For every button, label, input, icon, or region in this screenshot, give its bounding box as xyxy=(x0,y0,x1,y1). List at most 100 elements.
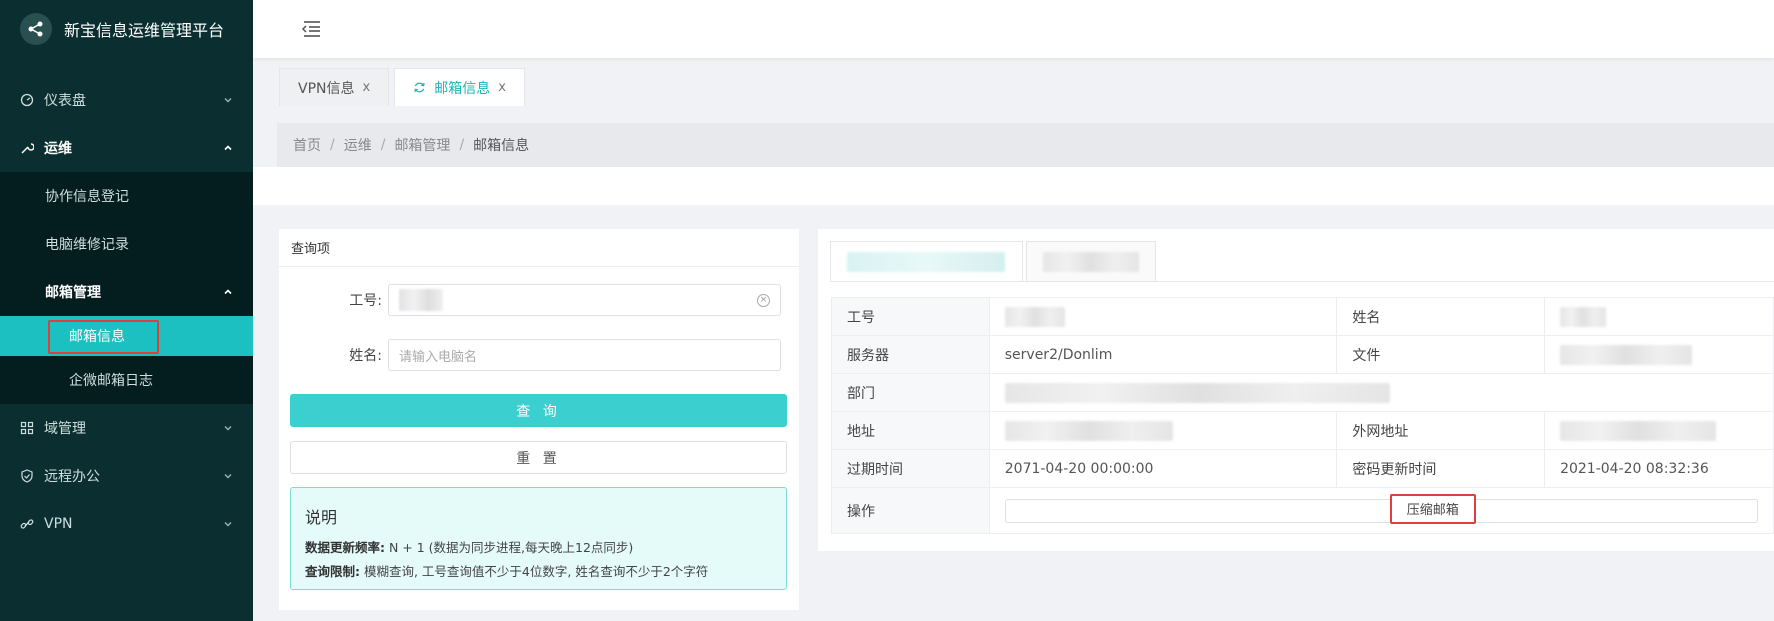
chevron-down-icon xyxy=(224,474,232,479)
refresh-icon[interactable] xyxy=(413,81,426,94)
mailbox-detail-table: 工号 姓名 服务器 server2/Donlim 文件 部门 地址 外网地址 过… xyxy=(831,297,1774,534)
redacted-value xyxy=(1004,382,1390,403)
breadcrumb-separator: / xyxy=(459,137,465,153)
reset-button[interactable]: 重 置 xyxy=(290,441,787,474)
sidebar-item-label: 协作信息登记 xyxy=(45,189,129,205)
wrench-icon xyxy=(20,141,34,155)
dashboard-icon xyxy=(20,93,34,107)
redacted-value xyxy=(399,289,443,311)
employee-id-label: 工号: xyxy=(349,293,382,309)
note-limit: 查询限制: 模糊查询, 工号查询值不少于4位数字, 姓名查询不少于2个字符 xyxy=(305,561,772,580)
detail-tab-2[interactable] xyxy=(1026,241,1156,282)
redacted-value xyxy=(1560,306,1607,327)
table-row: 地址 外网地址 xyxy=(831,411,1774,450)
value-external-address xyxy=(1544,411,1774,450)
breadcrumb: 首页 / 运维 / 邮箱管理 / 邮箱信息 xyxy=(277,123,1774,167)
operation-bar: 压缩邮箱 xyxy=(1004,493,1758,524)
app-title: 新宝信息运维管理平台 xyxy=(64,21,225,40)
table-row: 操作 压缩邮箱 xyxy=(831,487,1774,534)
grid-icon xyxy=(20,421,34,435)
shield-icon xyxy=(20,469,34,483)
tab-divider xyxy=(830,281,1774,282)
sidebar-item-label: 远程办公 xyxy=(44,469,100,485)
query-button[interactable]: 查 询 xyxy=(290,394,787,427)
value-server: server2/Donlim xyxy=(988,335,1338,374)
page-tabs: VPN信息 x 邮箱信息 x xyxy=(279,68,530,106)
value-employee-id xyxy=(988,297,1338,336)
clear-icon[interactable]: × xyxy=(757,294,770,307)
breadcrumb-mail-mgmt[interactable]: 邮箱管理 xyxy=(394,135,450,155)
sidebar-item-label: 仪表盘 xyxy=(44,93,86,109)
sidebar-item-label: VPN xyxy=(44,516,73,532)
sidebar-item-label: 电脑维修记录 xyxy=(45,237,129,253)
chevron-up-icon xyxy=(224,145,232,151)
sidebar-item-mail-mgmt[interactable]: 邮箱管理 xyxy=(0,268,253,316)
compress-mailbox-button[interactable]: 压缩邮箱 xyxy=(1389,493,1476,524)
sidebar-item-pc-repair[interactable]: 电脑维修记录 xyxy=(0,220,253,268)
sidebar-item-label: 域管理 xyxy=(44,421,86,437)
label-name: 姓名 xyxy=(1336,297,1546,336)
label-server: 服务器 xyxy=(831,335,990,374)
sidebar: 新宝信息运维管理平台 仪表盘 运维 协作信息登记 电脑维修记录 邮箱管理 邮箱信… xyxy=(0,0,253,621)
value-password-update-time: 2021-04-20 08:32:36 xyxy=(1544,449,1774,488)
label-address: 地址 xyxy=(831,411,990,450)
chevron-up-icon xyxy=(224,289,232,295)
detail-tab-1[interactable] xyxy=(830,241,1023,282)
table-row: 工号 姓名 xyxy=(831,297,1774,336)
label-department: 部门 xyxy=(831,373,990,412)
tab-vpn-info[interactable]: VPN信息 x xyxy=(279,68,390,106)
share-icon xyxy=(20,13,52,45)
value-file xyxy=(1544,335,1774,374)
top-header xyxy=(253,0,1774,58)
sidebar-item-mail-info[interactable]: 邮箱信息 xyxy=(0,316,253,356)
query-panel-title: 查询项 xyxy=(279,229,799,267)
close-icon[interactable]: x xyxy=(498,80,506,95)
redacted-value xyxy=(847,252,1005,272)
chevron-down-icon xyxy=(224,426,232,431)
value-name xyxy=(1544,297,1774,336)
employee-id-input[interactable]: × xyxy=(388,284,781,316)
chevron-down-icon xyxy=(224,522,232,527)
name-row: 姓名: 请输入电脑名 xyxy=(279,339,799,371)
note-frequency: 数据更新频率: N + 1 (数据为同步进程,每天晚上12点同步) xyxy=(305,537,772,556)
sidebar-item-vpn[interactable]: VPN xyxy=(0,500,253,548)
sidebar-item-domain[interactable]: 域管理 xyxy=(0,404,253,452)
label-password-update-time: 密码更新时间 xyxy=(1336,449,1546,488)
breadcrumb-home[interactable]: 首页 xyxy=(293,135,321,155)
operation-cell: 压缩邮箱 xyxy=(988,487,1774,534)
redacted-value xyxy=(1043,252,1139,272)
tab-label: 邮箱信息 xyxy=(434,80,491,97)
breadcrumb-current: 邮箱信息 xyxy=(473,138,530,154)
redacted-value xyxy=(1560,420,1717,441)
sidebar-item-collab-register[interactable]: 协作信息登记 xyxy=(0,172,253,220)
ops-submenu: 协作信息登记 电脑维修记录 邮箱管理 邮箱信息 企微邮箱日志 xyxy=(0,172,253,404)
label-expire-time: 过期时间 xyxy=(831,449,990,488)
breadcrumb-ops[interactable]: 运维 xyxy=(344,135,372,155)
name-input[interactable]: 请输入电脑名 xyxy=(388,339,781,371)
employee-id-row: 工号: × xyxy=(279,284,799,316)
redacted-value xyxy=(1004,420,1173,441)
table-row: 部门 xyxy=(831,373,1774,412)
note-limit-label: 查询限制: xyxy=(305,564,360,579)
sidebar-item-ops[interactable]: 运维 xyxy=(0,124,253,172)
close-icon[interactable]: x xyxy=(363,80,371,95)
query-panel: 查询项 工号: × 姓名: 请输入电脑名 查 询 重 置 说明 数据更新频率: … xyxy=(279,229,799,610)
sidebar-item-wecom-mail-log[interactable]: 企微邮箱日志 xyxy=(0,356,253,404)
value-expire-time: 2071-04-20 00:00:00 xyxy=(988,449,1338,488)
sidebar-item-dashboard[interactable]: 仪表盘 xyxy=(0,76,253,124)
name-placeholder: 请输入电脑名 xyxy=(399,349,478,365)
note-frequency-label: 数据更新频率: xyxy=(305,540,385,555)
table-row: 过期时间 2071-04-20 00:00:00 密码更新时间 2021-04-… xyxy=(831,449,1774,488)
label-operation: 操作 xyxy=(831,487,990,534)
redacted-value xyxy=(1004,306,1065,327)
brand: 新宝信息运维管理平台 xyxy=(0,0,253,58)
sidebar-item-remote-office[interactable]: 远程办公 xyxy=(0,452,253,500)
note-limit-value: 模糊查询, 工号查询值不少于4位数字, 姓名查询不少于2个字符 xyxy=(360,564,709,579)
tab-mail-info[interactable]: 邮箱信息 x xyxy=(394,68,525,106)
sidebar-item-label: 邮箱管理 xyxy=(45,285,101,301)
breadcrumb-separator: / xyxy=(380,137,386,153)
table-row: 服务器 server2/Donlim 文件 xyxy=(831,335,1774,374)
menu-fold-icon[interactable] xyxy=(300,20,322,38)
info-note: 说明 数据更新频率: N + 1 (数据为同步进程,每天晚上12点同步) 查询限… xyxy=(290,487,787,590)
value-address xyxy=(988,411,1338,450)
